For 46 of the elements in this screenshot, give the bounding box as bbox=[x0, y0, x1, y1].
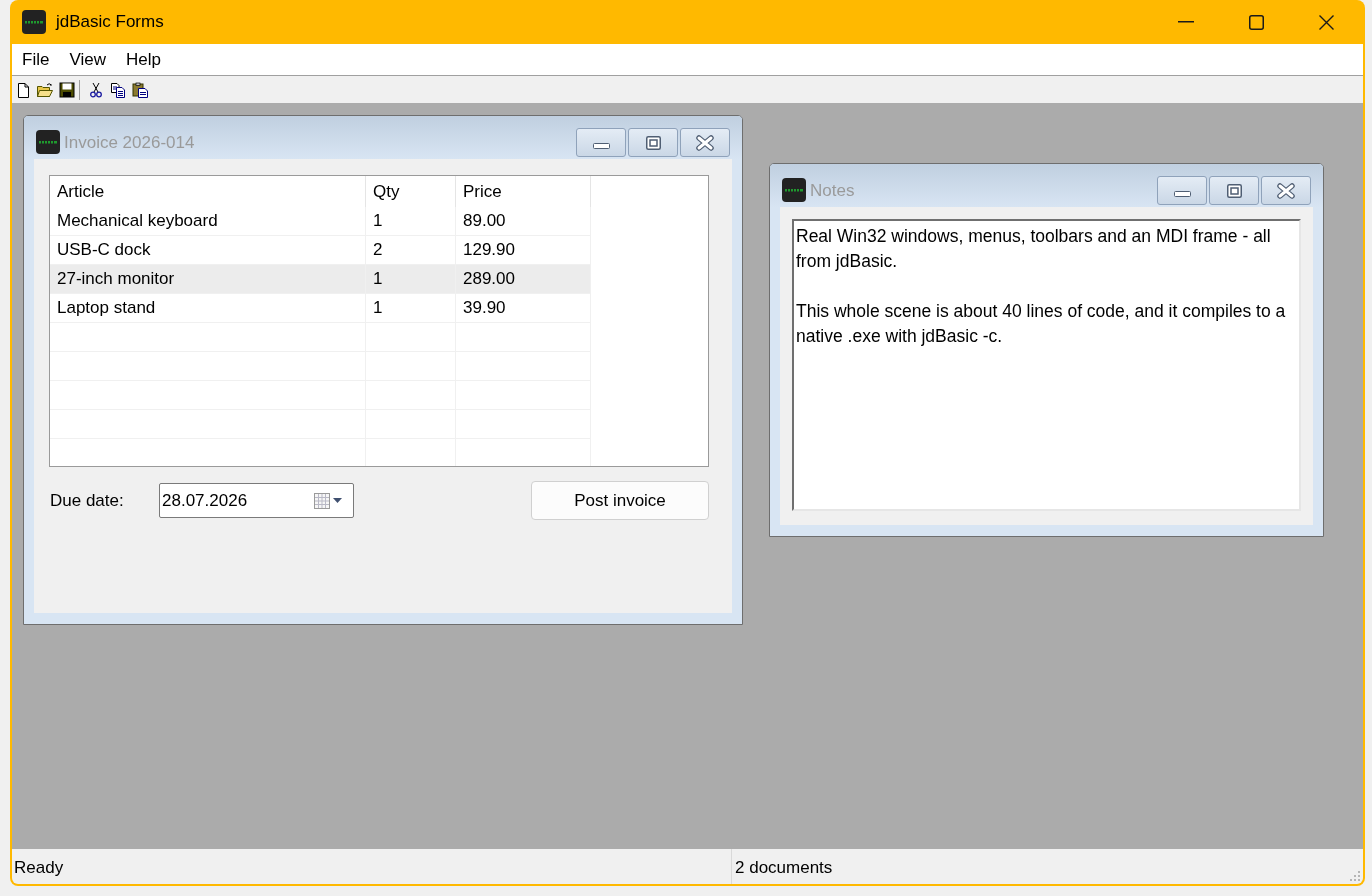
field-label: Due date: bbox=[49, 489, 125, 512]
new-page-icon[interactable] bbox=[15, 81, 31, 98]
copy-pages-icon[interactable] bbox=[110, 81, 126, 98]
status-text: 2 documents bbox=[735, 858, 833, 877]
text-paragraph: Real Win32 windows, menus, toolbars and an MDI frame - all from jdBasic. bbox=[796, 225, 1272, 273]
minimize-icon[interactable] bbox=[1178, 21, 1194, 23]
restore-icon bbox=[645, 135, 661, 150]
window-title: Notes bbox=[810, 180, 855, 202]
minimize-icon bbox=[1173, 190, 1191, 197]
close-button[interactable] bbox=[1261, 176, 1311, 205]
restore-icon bbox=[1226, 183, 1242, 198]
table-row[interactable]: 27-inch monitor 1 289.00 bbox=[50, 265, 591, 294]
close-button[interactable] bbox=[680, 128, 730, 157]
resize-grip-icon[interactable] bbox=[1350, 871, 1360, 881]
minimize-icon bbox=[592, 142, 610, 149]
close-icon bbox=[1277, 182, 1295, 199]
post-invoice-button[interactable]: Post invoice bbox=[531, 481, 709, 520]
app-logo-icon bbox=[36, 130, 60, 154]
restore-button[interactable] bbox=[628, 128, 678, 157]
date-field[interactable]: 28.07.2026 bbox=[159, 483, 354, 518]
table-cell: 1 bbox=[366, 294, 456, 323]
minimize-button[interactable] bbox=[1157, 176, 1207, 205]
app-logo-icon bbox=[22, 10, 46, 34]
open-folder-icon[interactable] bbox=[37, 81, 53, 98]
menu-item[interactable]: File bbox=[12, 44, 60, 75]
close-icon[interactable] bbox=[1318, 14, 1334, 30]
scissors-icon[interactable] bbox=[88, 81, 104, 98]
table-row[interactable]: USB-C dock 2 129.90 bbox=[50, 236, 591, 265]
minimize-button[interactable] bbox=[576, 128, 626, 157]
restore-button[interactable] bbox=[1209, 176, 1259, 205]
app-title: jdBasic Forms bbox=[56, 11, 164, 34]
close-icon bbox=[696, 134, 714, 151]
caret-icon[interactable] bbox=[333, 498, 342, 503]
menu-item[interactable]: Help bbox=[115, 44, 171, 75]
text-area[interactable]: Real Win32 windows, menus, toolbars and an MDI frame - all from jdBasic. This whole scene is about 40 lines of code, and it compiles to a native .exe with jdBasic -c. bbox=[792, 219, 1301, 511]
window-title: Invoice 2026-014 bbox=[64, 132, 195, 154]
status-text: Ready bbox=[14, 858, 64, 877]
maximize-icon[interactable] bbox=[1248, 14, 1264, 30]
app-logo-icon bbox=[782, 178, 806, 202]
table-cell: 39.90 bbox=[456, 294, 591, 323]
menu-item[interactable]: View bbox=[59, 44, 116, 75]
table-row[interactable]: Laptop stand 1 39.90 bbox=[50, 294, 591, 323]
clipboard-icon[interactable] bbox=[132, 81, 148, 98]
text-paragraph: This whole scene is about 40 lines of code, and it compiles to a native .exe with jdBasic -c. bbox=[796, 300, 1287, 348]
table-cell: Laptop stand bbox=[50, 294, 366, 323]
table-row[interactable]: Mechanical keyboard 1 89.00 bbox=[50, 207, 591, 236]
